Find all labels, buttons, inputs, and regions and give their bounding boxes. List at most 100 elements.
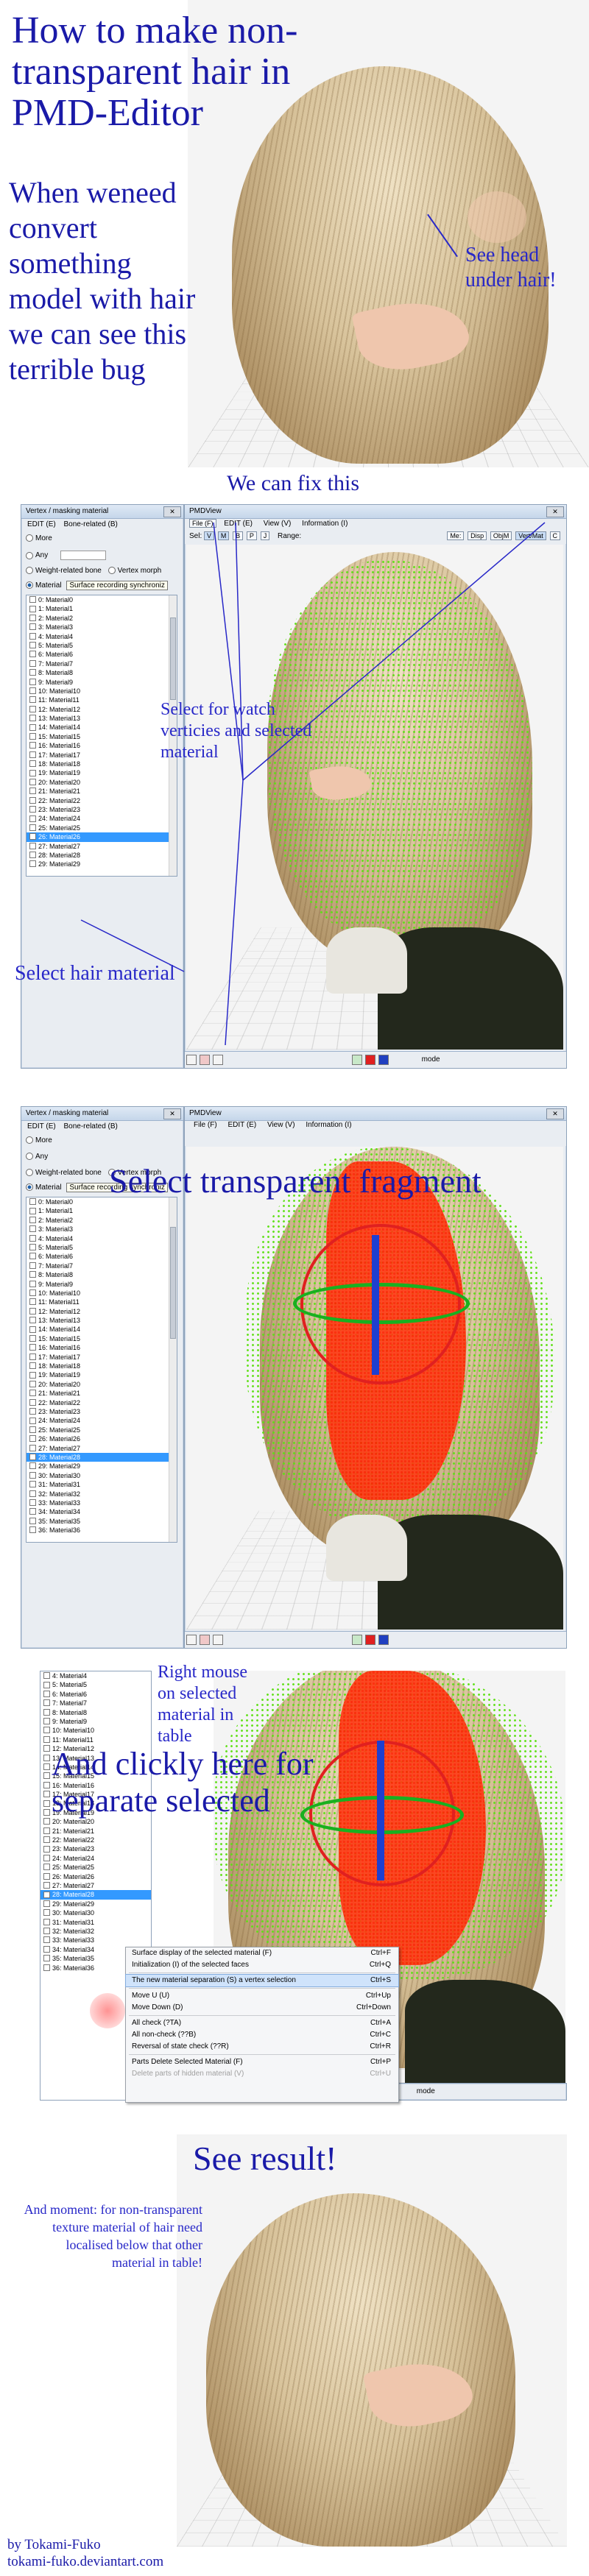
checkbox[interactable] [43, 1928, 50, 1935]
checkbox[interactable] [29, 1289, 36, 1297]
checkbox[interactable] [43, 1854, 50, 1861]
checkbox[interactable] [29, 1526, 36, 1534]
ctx-parts-delete[interactable]: Parts Delete Selected Material (F) Ctrl+P [126, 2056, 398, 2068]
material-item[interactable]: 29: Material29 [40, 1900, 151, 1908]
checkbox[interactable] [29, 1344, 36, 1351]
checkbox[interactable] [29, 1390, 36, 1397]
material-item[interactable]: 16: Material16 [27, 1343, 177, 1352]
checkbox[interactable] [43, 1872, 50, 1880]
checkbox[interactable] [43, 1791, 50, 1798]
ctx-init-faces[interactable]: Initialization (I) of the selected faces… [126, 1959, 398, 1971]
checkbox[interactable] [43, 1727, 50, 1734]
material-item[interactable]: 30: Material30 [40, 1908, 151, 1917]
checkbox[interactable] [43, 1891, 50, 1898]
material-item[interactable]: 26: Material26 [40, 1872, 151, 1881]
material-item[interactable]: 21: Material21 [40, 1827, 151, 1836]
checkbox[interactable] [29, 1426, 36, 1433]
material-item[interactable]: 24: Material24 [27, 1416, 177, 1425]
material-item[interactable]: 21: Material21 [27, 1389, 177, 1398]
material-item[interactable]: 25: Material25 [40, 1863, 151, 1872]
material-item[interactable]: 4: Material4 [40, 1671, 151, 1680]
scrollbar[interactable] [169, 1197, 177, 1542]
checkbox[interactable] [29, 1207, 36, 1214]
opt-any[interactable]: Any [26, 1153, 48, 1161]
material-item[interactable]: 9: Material9 [40, 1717, 151, 1726]
checkbox[interactable] [43, 1690, 50, 1697]
ctx-new-material-separation[interactable]: The new material separation (S) a vertex… [125, 1974, 399, 1987]
checkbox[interactable] [43, 1864, 50, 1871]
menu-view[interactable]: View (V) [267, 1121, 295, 1129]
checkbox[interactable] [29, 1198, 36, 1206]
checkbox[interactable] [29, 1517, 36, 1524]
checkbox[interactable] [43, 1918, 50, 1925]
checkbox[interactable] [29, 1216, 36, 1223]
material-item[interactable]: 19: Material19 [27, 1370, 177, 1379]
material-item[interactable]: 26: Material26 [27, 1434, 177, 1443]
material-item[interactable]: 29: Material29 [27, 1462, 177, 1471]
material-item[interactable]: 28: Material28 [40, 1890, 151, 1900]
material-item[interactable]: 31: Material31 [40, 1918, 151, 1927]
checkbox[interactable] [43, 1718, 50, 1725]
material-item[interactable]: 11: Material11 [40, 1735, 151, 1744]
material-item[interactable]: 32: Material32 [27, 1490, 177, 1498]
checkbox[interactable] [29, 1380, 36, 1387]
checkbox[interactable] [29, 1499, 36, 1507]
ctx-reversal[interactable]: Reversal of state check (??R) Ctrl+R [126, 2041, 398, 2053]
menu-edit[interactable]: EDIT (E) [228, 1121, 256, 1129]
material-item[interactable]: 36: Material36 [27, 1526, 177, 1535]
material-item[interactable]: 23: Material23 [27, 1407, 177, 1416]
menu-file[interactable]: File (F) [194, 1121, 217, 1129]
material-item[interactable]: 33: Material33 [40, 1936, 151, 1945]
ctx-move-up[interactable]: Move U (U) Ctrl+Up [126, 1990, 398, 2002]
material-item[interactable]: 13: Material13 [27, 1316, 177, 1325]
material-item[interactable]: 35: Material35 [27, 1517, 177, 1526]
ctx-all-check[interactable]: All check (?TA) Ctrl+A [126, 2017, 398, 2029]
checkbox[interactable] [43, 1763, 50, 1771]
material-item[interactable]: 18: Material18 [27, 1362, 177, 1370]
checkbox[interactable] [43, 1772, 50, 1780]
close-icon[interactable]: ✕ [546, 1108, 564, 1119]
checkbox[interactable] [29, 1398, 36, 1406]
checkbox[interactable] [43, 1735, 50, 1743]
checkbox[interactable] [43, 1818, 50, 1825]
material-item[interactable]: 5: Material5 [40, 1680, 151, 1689]
checkbox[interactable] [43, 1845, 50, 1853]
checkbox[interactable] [29, 1444, 36, 1451]
checkbox[interactable] [29, 1334, 36, 1342]
checkbox[interactable] [43, 1699, 50, 1707]
checkbox[interactable] [29, 1408, 36, 1415]
material-item[interactable]: 11: Material11 [27, 1298, 177, 1306]
checkbox[interactable] [43, 1745, 50, 1752]
checkbox[interactable] [29, 1225, 36, 1233]
checkbox[interactable] [29, 1271, 36, 1278]
checkbox[interactable] [29, 1244, 36, 1251]
ctx-delete-hidden[interactable]: Delete parts of hidden material (V) Ctrl+… [126, 2068, 398, 2080]
material-item[interactable]: 27: Material27 [27, 1444, 177, 1453]
checkbox[interactable] [43, 1836, 50, 1844]
checkbox[interactable] [43, 1781, 50, 1788]
material-item[interactable]: 14: Material14 [27, 1325, 177, 1334]
checkbox[interactable] [43, 1681, 50, 1688]
checkbox[interactable] [43, 1672, 50, 1680]
material-item[interactable]: 1: Material1 [27, 1206, 177, 1215]
material-item[interactable]: 22: Material22 [40, 1836, 151, 1844]
checkbox[interactable] [43, 1909, 50, 1917]
checkbox[interactable] [29, 1490, 36, 1497]
checkbox[interactable] [29, 1307, 36, 1314]
material-item[interactable]: 12: Material12 [27, 1307, 177, 1316]
material-item[interactable]: 22: Material22 [27, 1398, 177, 1407]
checkbox[interactable] [29, 1280, 36, 1287]
material-item[interactable]: 28: Material28 [27, 1452, 177, 1462]
material-item[interactable]: 5: Material5 [27, 1243, 177, 1252]
vm-titlebar[interactable]: Vertex / masking material ✕ [21, 1107, 183, 1121]
material-item[interactable]: 2: Material2 [27, 1216, 177, 1225]
ctx-surface-display[interactable]: Surface display of the selected material… [126, 1947, 398, 1959]
material-item[interactable]: 10: Material10 [40, 1726, 151, 1735]
material-item[interactable]: 34: Material34 [27, 1507, 177, 1516]
checkbox[interactable] [43, 1754, 50, 1761]
material-item[interactable]: 7: Material7 [27, 1262, 177, 1270]
material-item[interactable]: 6: Material6 [40, 1690, 151, 1699]
checkbox[interactable] [29, 1417, 36, 1424]
checkbox[interactable] [29, 1508, 36, 1515]
menu-bone[interactable]: Bone-related (B) [64, 1122, 118, 1130]
